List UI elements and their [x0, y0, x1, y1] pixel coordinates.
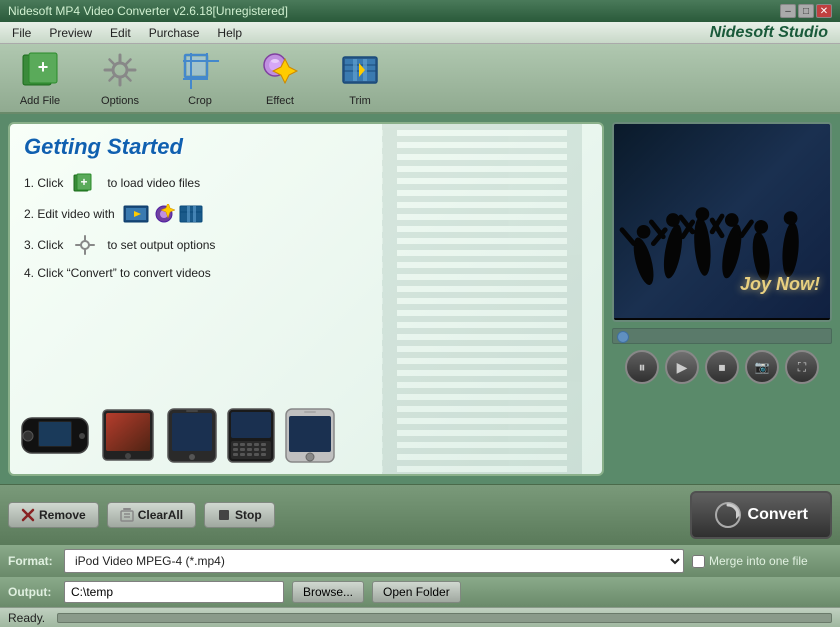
stop-button[interactable]: ⏹: [705, 350, 739, 384]
format-select[interactable]: iPod Video MPEG-4 (*.mp4): [64, 549, 684, 573]
preview-overlay-text: Joy Now!: [740, 274, 820, 295]
step-2-text: 2. Edit video with: [24, 207, 115, 221]
device-phone1: [98, 408, 158, 466]
menu-preview[interactable]: Preview: [41, 24, 100, 42]
menu-help[interactable]: Help: [209, 24, 250, 42]
add-file-label: Add File: [20, 95, 60, 107]
toolbar: + Add File Options: [0, 44, 840, 114]
title-bar: Nidesoft MP4 Video Converter v2.6.18[Unr…: [0, 0, 840, 22]
crop-button[interactable]: Crop: [170, 49, 230, 107]
play-button[interactable]: ▶: [665, 350, 699, 384]
silhouettes-svg: [614, 173, 830, 320]
add-file-button[interactable]: + Add File: [10, 49, 70, 107]
menu-bar: File Preview Edit Purchase Help Nidesoft…: [0, 22, 840, 44]
options-button[interactable]: Options: [90, 49, 150, 107]
maximize-button[interactable]: □: [798, 4, 814, 18]
menu-purchase[interactable]: Purchase: [141, 24, 208, 42]
merge-label: Merge into one file: [709, 554, 808, 568]
trim-icon: [339, 49, 381, 91]
device-blackberry: [226, 408, 276, 466]
format-label: Format:: [8, 554, 56, 568]
crop-icon: [179, 49, 221, 91]
device-iphone: [284, 408, 336, 466]
effect-button[interactable]: Effect: [250, 49, 310, 107]
stop-button[interactable]: Stop: [204, 502, 275, 528]
step-1-icon: +: [71, 172, 99, 194]
step-4-text: 4. Click “Convert” to convert videos: [24, 266, 211, 280]
preview-progress-bar[interactable]: [612, 328, 832, 344]
devices-row: [20, 408, 592, 466]
browse-button[interactable]: Browse...: [292, 581, 364, 603]
x-icon: [21, 508, 35, 522]
progress-indicator: [617, 331, 629, 343]
trim-label: Trim: [349, 95, 371, 107]
screenshot-button[interactable]: 📷: [745, 350, 779, 384]
merge-checkbox[interactable]: [692, 555, 705, 568]
trim-button[interactable]: Trim: [330, 49, 390, 107]
brand-label: Nidesoft Studio: [710, 24, 836, 42]
step-1: 1. Click + to load video files: [24, 172, 588, 194]
getting-started-panel: Getting Started 1. Click + to load video…: [8, 122, 604, 476]
device-smartphone1: [166, 408, 218, 466]
playback-controls[interactable]: ⏸ ▶ ⏹ 📷 ⛶: [612, 350, 832, 384]
app-title: Nidesoft MP4 Video Converter v2.6.18[Unr…: [8, 4, 288, 18]
merge-checkbox-area[interactable]: Merge into one file: [692, 554, 832, 568]
remove-button[interactable]: Remove: [8, 502, 99, 528]
step-2: 2. Edit video with: [24, 204, 588, 224]
effect-label: Effect: [266, 95, 294, 107]
step-2-icons: [123, 204, 203, 224]
window-controls[interactable]: ‒ □ ✕: [780, 4, 832, 18]
menu-file[interactable]: File: [4, 24, 39, 42]
close-button[interactable]: ✕: [816, 4, 832, 18]
add-file-icon: +: [19, 49, 61, 91]
status-text: Ready.: [8, 611, 45, 625]
step-3: 3. Click to set output options: [24, 234, 588, 256]
getting-started-title: Getting Started: [24, 134, 588, 160]
step-4: 4. Click “Convert” to convert videos: [24, 266, 588, 280]
stop-icon: [217, 508, 231, 522]
svg-text:+: +: [38, 57, 49, 77]
action-bar: Remove ClearAll Stop Convert: [0, 484, 840, 545]
output-label: Output:: [8, 585, 56, 599]
output-path-input[interactable]: [64, 581, 284, 603]
step-3-suffix: to set output options: [107, 238, 215, 252]
pause-button[interactable]: ⏸: [625, 350, 659, 384]
step-1-text: 1. Click: [24, 176, 63, 190]
options-label: Options: [101, 95, 139, 107]
clear-all-button[interactable]: ClearAll: [107, 502, 196, 528]
format-row: Format: iPod Video MPEG-4 (*.mp4) Merge …: [0, 545, 840, 577]
step-3-icon: [71, 234, 99, 256]
clear-icon: [120, 508, 134, 522]
convert-button[interactable]: Convert: [690, 491, 832, 539]
menu-edit[interactable]: Edit: [102, 24, 139, 42]
open-folder-button[interactable]: Open Folder: [372, 581, 461, 603]
device-psp: [20, 408, 90, 466]
crop-label: Crop: [188, 95, 212, 107]
main-content: Getting Started 1. Click + to load video…: [0, 114, 840, 484]
preview-screen: Joy Now!: [612, 122, 832, 322]
svg-text:+: +: [81, 175, 88, 189]
output-row: Output: Browse... Open Folder: [0, 577, 840, 607]
status-bar: Ready.: [0, 607, 840, 627]
step-3-text: 3. Click: [24, 238, 63, 252]
effect-icon: [259, 49, 301, 91]
status-progress-bar: [57, 613, 832, 623]
menu-items[interactable]: File Preview Edit Purchase Help: [4, 24, 250, 42]
options-icon: [99, 49, 141, 91]
fullscreen-button[interactable]: ⛶: [785, 350, 819, 384]
minimize-button[interactable]: ‒: [780, 4, 796, 18]
step-1-suffix: to load video files: [107, 176, 200, 190]
preview-panel: Joy Now! ⏸ ▶ ⏹ 📷 ⛶: [612, 122, 832, 476]
convert-icon: [714, 501, 742, 529]
